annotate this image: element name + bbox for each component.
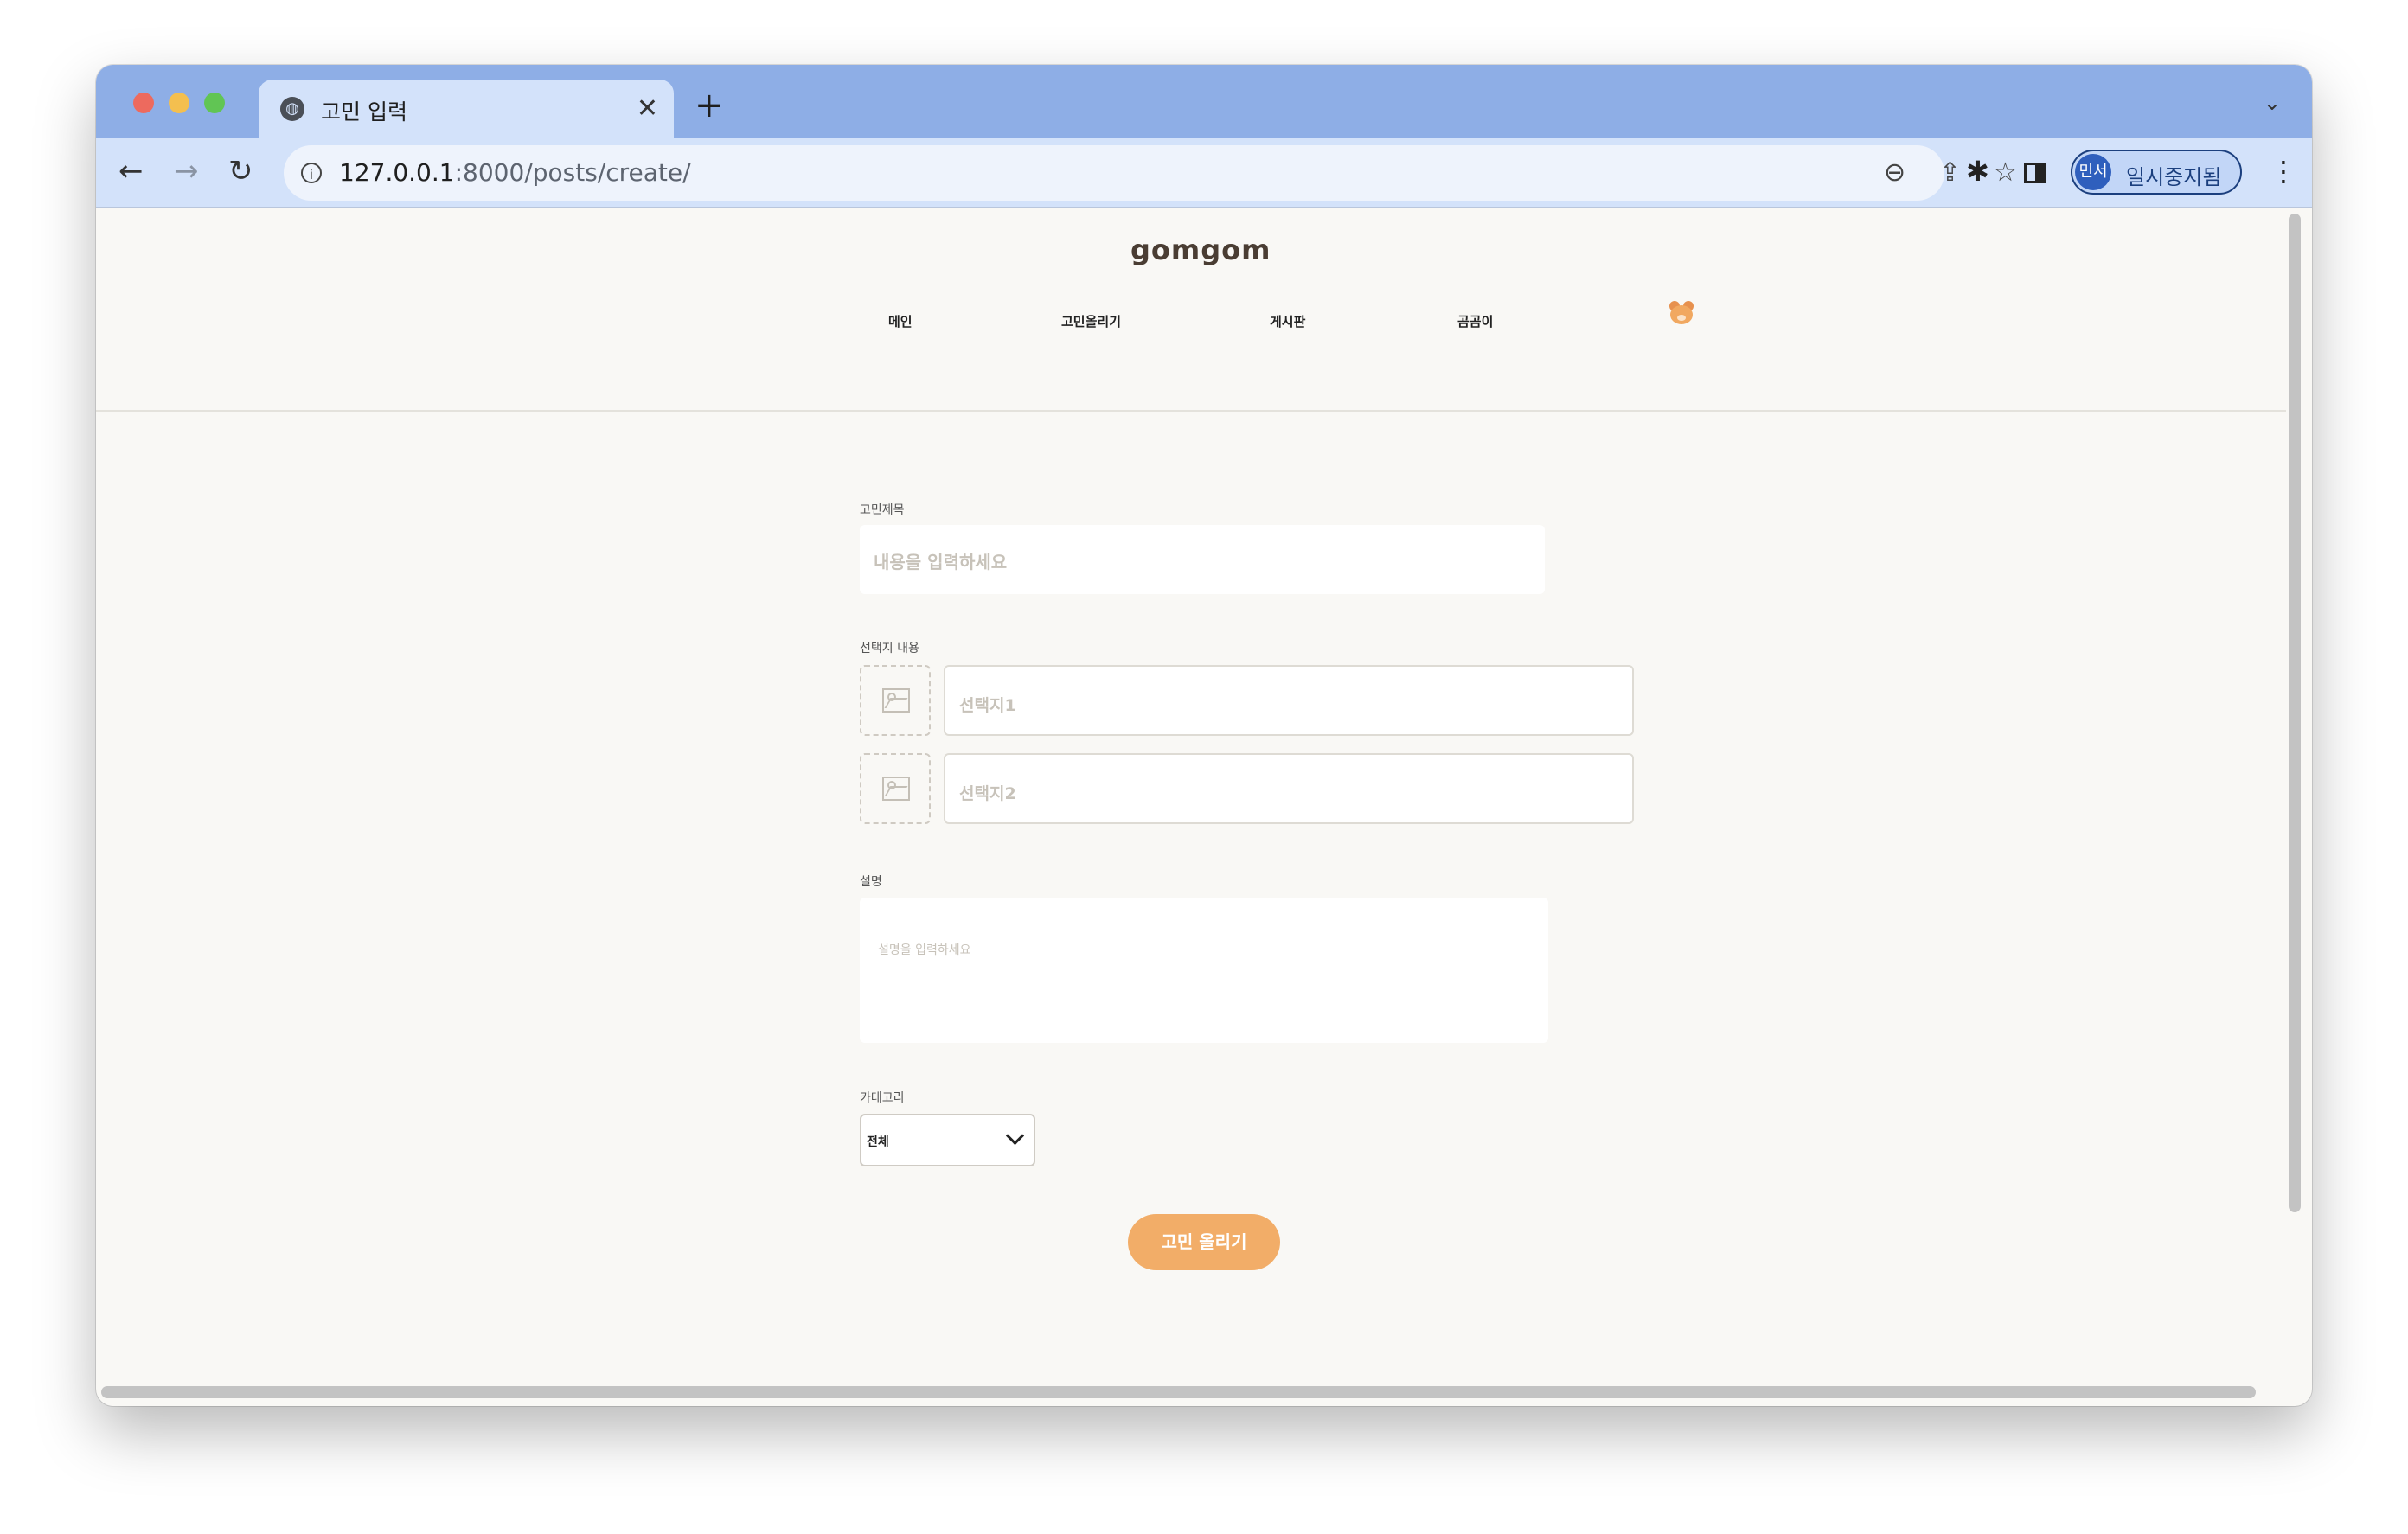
site-logo[interactable]: gomgom: [1130, 233, 1271, 266]
side-panel-icon[interactable]: [2024, 163, 2046, 183]
extensions-puzzle-icon[interactable]: ✱: [1966, 154, 1989, 189]
tab-title: 고민 입력: [321, 99, 407, 125]
title-placeholder: 내용을 입력하세요: [874, 552, 1008, 572]
avatar: 민서: [2075, 154, 2111, 190]
browser-toolbar: ← → ↻ i 127.0.0.1:8000/posts/create/ ⊖ ⇪…: [96, 138, 2312, 208]
close-tab-icon[interactable]: ✕: [637, 92, 658, 126]
submit-button[interactable]: 고민 올리기: [1128, 1214, 1280, 1270]
site-info-icon[interactable]: i: [301, 163, 322, 183]
maximize-window-button[interactable]: [204, 93, 225, 113]
title-input[interactable]: 내용을 입력하세요: [860, 525, 1545, 594]
profile-button[interactable]: 민서 일시중지됨: [2071, 150, 2242, 195]
category-selected-value: 전체: [867, 1135, 889, 1149]
category-label: 카테고리: [860, 1091, 905, 1105]
address-url[interactable]: 127.0.0.1:8000/posts/create/: [339, 158, 691, 187]
choice2-placeholder: 선택지2: [959, 784, 1016, 803]
reload-icon[interactable]: ↻: [228, 154, 253, 189]
tab-search-chevron-icon[interactable]: ⌄: [2264, 91, 2281, 115]
chevron-down-icon: [1005, 1126, 1025, 1146]
more-menu-icon[interactable]: ⋮: [2270, 154, 2297, 189]
nav-gomgomi[interactable]: 곰곰이: [1457, 312, 1493, 330]
nav-create-post[interactable]: 고민올리기: [1061, 312, 1121, 330]
tab-bar: ◍ 고민 입력 ✕ + ⌄: [96, 65, 2312, 138]
forward-arrow-icon[interactable]: →: [174, 154, 199, 189]
choice1-image-upload[interactable]: [860, 665, 931, 736]
description-label: 설명: [860, 875, 882, 889]
close-window-button[interactable]: [133, 93, 154, 113]
choice1-placeholder: 선택지1: [959, 696, 1016, 715]
page-viewport: gomgom 메인 고민올리기 게시판 곰곰이 고민제목 내용을 입력하세요 선…: [96, 208, 2286, 1382]
browser-window: ◍ 고민 입력 ✕ + ⌄ ← → ↻ i 127.0.0.1:8000/pos…: [96, 65, 2312, 1406]
globe-icon: ◍: [280, 97, 304, 121]
back-arrow-icon[interactable]: ←: [118, 154, 144, 189]
choices-label: 선택지 내용: [860, 642, 919, 655]
nav-board[interactable]: 게시판: [1270, 312, 1305, 330]
horizontal-scrollbar[interactable]: [101, 1386, 2256, 1398]
bookmark-star-icon[interactable]: ☆: [1994, 156, 2017, 190]
choice1-input[interactable]: 선택지1: [944, 665, 1634, 736]
zoom-out-icon[interactable]: ⊖: [1884, 156, 1905, 190]
image-placeholder-icon: [882, 688, 910, 713]
choice2-image-upload[interactable]: [860, 753, 931, 824]
description-textarea[interactable]: 설명을 입력하세요: [860, 898, 1548, 1043]
category-select[interactable]: 전체: [860, 1114, 1035, 1166]
title-label: 고민제목: [860, 503, 905, 517]
profile-status: 일시중지됨: [2126, 165, 2222, 189]
minimize-window-button[interactable]: [169, 93, 189, 113]
description-placeholder: 설명을 입력하세요: [878, 943, 971, 957]
image-placeholder-icon: [882, 777, 910, 801]
vertical-scrollbar[interactable]: [2289, 214, 2301, 1212]
header-divider: [96, 410, 2286, 412]
share-icon[interactable]: ⇪: [1939, 156, 1961, 190]
browser-tab[interactable]: ◍ 고민 입력 ✕: [259, 80, 674, 138]
address-bar[interactable]: i 127.0.0.1:8000/posts/create/ ⊖ ⇪ ☆: [284, 145, 2017, 201]
bear-icon[interactable]: [1668, 301, 1695, 327]
choice2-input[interactable]: 선택지2: [944, 753, 1634, 824]
new-tab-button[interactable]: +: [695, 88, 724, 123]
nav-main[interactable]: 메인: [888, 312, 913, 330]
